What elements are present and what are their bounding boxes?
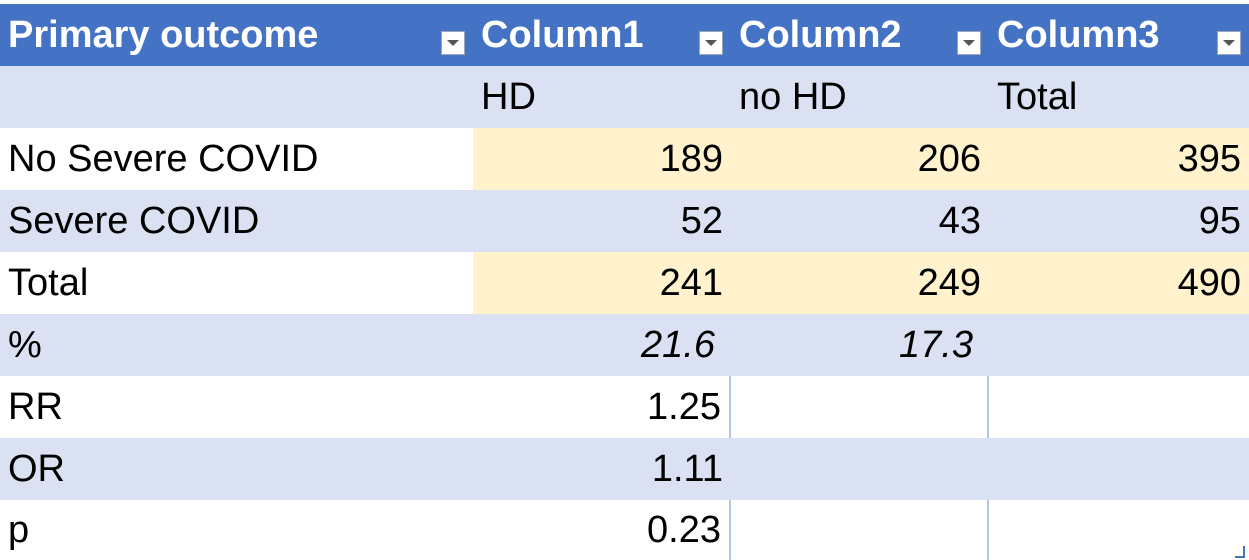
chevron-down-icon: [447, 40, 459, 46]
table-cell[interactable]: RR: [0, 376, 473, 438]
table-row: Total 241 249 490: [0, 252, 1249, 316]
table-cell[interactable]: [989, 500, 1249, 560]
table-cell[interactable]: OR: [0, 438, 473, 500]
table-row: OR 1.11: [0, 438, 1249, 502]
header-cell-column1[interactable]: Column1: [473, 4, 731, 66]
table-header: Primary outcome Column1 Column2 Column3: [0, 4, 1249, 66]
table-cell[interactable]: HD: [473, 66, 731, 128]
table-cell[interactable]: [731, 376, 989, 438]
table-cell[interactable]: 189: [473, 128, 731, 190]
table-cell[interactable]: 395: [989, 128, 1249, 190]
table-cell[interactable]: 490: [989, 252, 1249, 314]
table-row: % 21.6 17.3: [0, 314, 1249, 378]
resize-handle-icon[interactable]: [1235, 546, 1245, 558]
table-cell[interactable]: no HD: [731, 66, 989, 128]
table-cell[interactable]: p: [0, 500, 473, 560]
table-cell[interactable]: 241: [473, 252, 731, 314]
filter-dropdown-button[interactable]: [957, 31, 981, 55]
chevron-down-icon: [963, 40, 975, 46]
table-cell[interactable]: 43: [731, 190, 989, 252]
table-cell[interactable]: 206: [731, 128, 989, 190]
header-label: Column3: [997, 13, 1160, 56]
table-cell[interactable]: 1.11: [473, 438, 731, 500]
chevron-down-icon: [1223, 40, 1235, 46]
table-cell[interactable]: 249: [731, 252, 989, 314]
filter-dropdown-button[interactable]: [1217, 31, 1241, 55]
spreadsheet-table: Primary outcome Column1 Column2 Column3: [0, 0, 1249, 560]
header-cell-column3[interactable]: Column3: [989, 4, 1249, 66]
filter-dropdown-button[interactable]: [699, 31, 723, 55]
table-cell[interactable]: 52: [473, 190, 731, 252]
table-cell[interactable]: [989, 438, 1249, 500]
table-cell[interactable]: 0.23: [473, 500, 731, 560]
table-cell[interactable]: %: [0, 314, 473, 376]
table-cell[interactable]: Total: [989, 66, 1249, 128]
chevron-down-icon: [705, 40, 717, 46]
table-cell[interactable]: [0, 66, 473, 128]
table-row: No Severe COVID 189 206 395: [0, 128, 1249, 192]
header-cell-primary-outcome[interactable]: Primary outcome: [0, 4, 473, 66]
header-label: Column1: [481, 13, 644, 56]
table-row: p 0.23: [0, 500, 1249, 560]
table-cell[interactable]: Severe COVID: [0, 190, 473, 252]
table-cell[interactable]: [989, 314, 1249, 376]
table-cell[interactable]: 21.6: [473, 314, 731, 376]
header-label: Primary outcome: [8, 13, 319, 56]
filter-dropdown-button[interactable]: [441, 31, 465, 55]
table-cell[interactable]: No Severe COVID: [0, 128, 473, 190]
table-cell[interactable]: 17.3: [731, 314, 989, 376]
table-cell[interactable]: [989, 376, 1249, 438]
table-cell[interactable]: Total: [0, 252, 473, 314]
table-row: Severe COVID 52 43 95: [0, 190, 1249, 254]
table-cell[interactable]: 1.25: [473, 376, 731, 438]
table-cell[interactable]: [731, 438, 989, 500]
header-label: Column2: [739, 13, 902, 56]
table-cell[interactable]: [731, 500, 989, 560]
header-cell-column2[interactable]: Column2: [731, 4, 989, 66]
table-row: RR 1.25: [0, 376, 1249, 440]
table-row: HD no HD Total: [0, 66, 1249, 130]
table-cell[interactable]: 95: [989, 190, 1249, 252]
